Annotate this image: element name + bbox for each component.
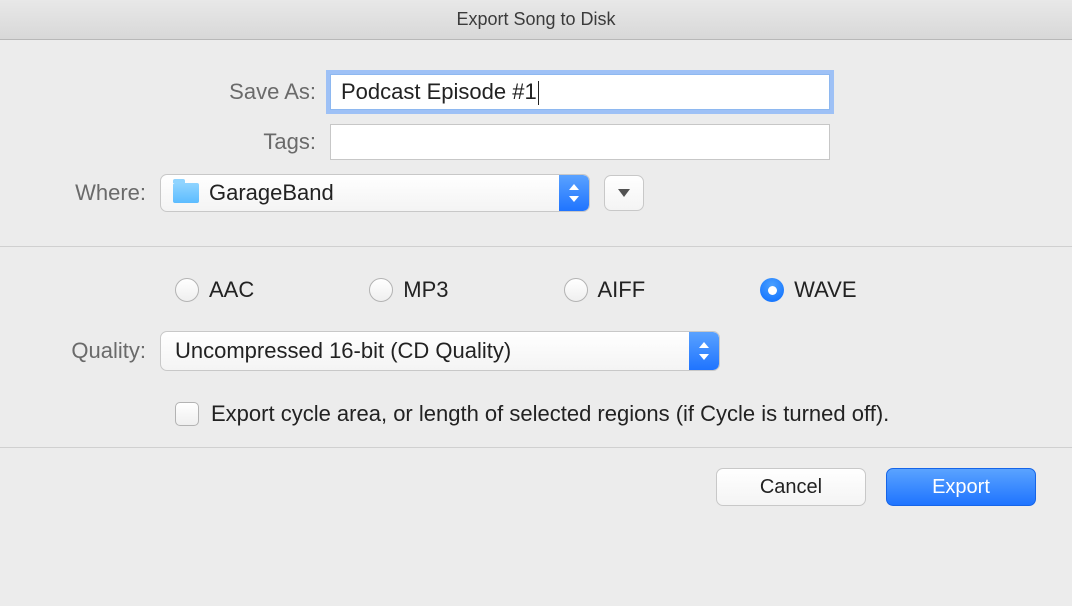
radio-indicator	[369, 278, 393, 302]
radio-label: WAVE	[794, 277, 856, 303]
quality-label: Quality:	[30, 338, 160, 364]
radio-label: AIFF	[598, 277, 646, 303]
quality-value: Uncompressed 16-bit (CD Quality)	[161, 338, 689, 364]
tags-input[interactable]	[330, 124, 830, 160]
radio-label: AAC	[209, 277, 254, 303]
save-as-row: Save As: Podcast Episode #1	[30, 74, 1042, 110]
where-row: Where: GarageBand	[30, 174, 1042, 212]
save-as-input[interactable]: Podcast Episode #1	[330, 74, 830, 110]
format-radio-wave[interactable]: WAVE	[760, 277, 856, 303]
radio-label: MP3	[403, 277, 448, 303]
where-value: GarageBand	[209, 180, 559, 206]
window-titlebar: Export Song to Disk	[0, 0, 1072, 40]
format-section: AAC MP3 AIFF WAVE Quality: Uncompressed 16-…	[0, 247, 1072, 447]
where-select[interactable]: GarageBand	[160, 174, 590, 212]
tags-label: Tags:	[30, 129, 330, 155]
quality-select[interactable]: Uncompressed 16-bit (CD Quality)	[160, 331, 720, 371]
tags-row: Tags:	[30, 124, 1042, 160]
save-as-value: Podcast Episode #1	[341, 79, 537, 104]
export-button-label: Export	[932, 476, 990, 499]
radio-indicator	[175, 278, 199, 302]
export-cycle-row: Export cycle area, or length of selected…	[175, 401, 1042, 427]
text-caret	[538, 81, 539, 105]
export-button[interactable]: Export	[886, 468, 1036, 506]
export-cycle-label: Export cycle area, or length of selected…	[211, 401, 889, 427]
export-cycle-checkbox[interactable]	[175, 402, 199, 426]
format-radio-mp3[interactable]: MP3	[369, 277, 448, 303]
quality-row: Quality: Uncompressed 16-bit (CD Quality…	[30, 331, 1042, 371]
dialog-body: Save As: Podcast Episode #1 Tags: Where:…	[0, 40, 1072, 526]
format-radio-aiff[interactable]: AIFF	[564, 277, 646, 303]
format-radio-aac[interactable]: AAC	[175, 277, 254, 303]
expand-location-button[interactable]	[604, 175, 644, 211]
radio-indicator	[564, 278, 588, 302]
folder-icon	[173, 183, 199, 203]
file-section: Save As: Podcast Episode #1 Tags: Where:…	[0, 40, 1072, 246]
window-title: Export Song to Disk	[456, 9, 615, 30]
radio-indicator	[760, 278, 784, 302]
save-as-label: Save As:	[30, 79, 330, 105]
chevron-down-icon	[618, 189, 630, 197]
updown-stepper-icon	[559, 175, 589, 211]
updown-stepper-icon	[689, 332, 719, 370]
format-radio-group: AAC MP3 AIFF WAVE	[175, 257, 1042, 313]
where-label: Where:	[30, 180, 160, 206]
cancel-button[interactable]: Cancel	[716, 468, 866, 506]
dialog-footer: Cancel Export	[0, 448, 1072, 526]
cancel-button-label: Cancel	[760, 476, 822, 499]
